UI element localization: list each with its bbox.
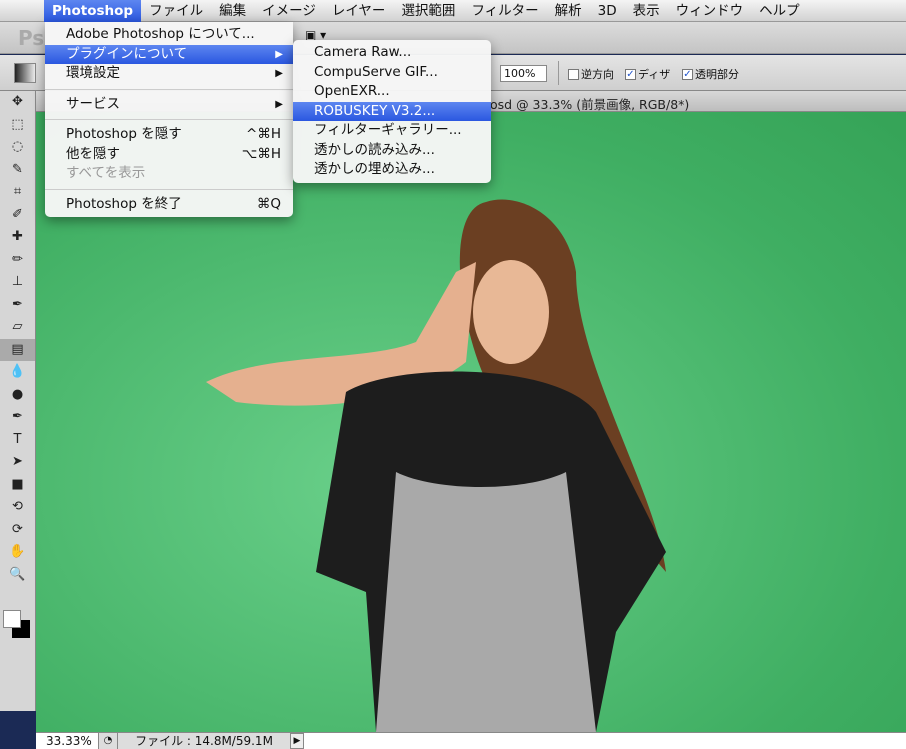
menu-item-label: Adobe Photoshop について... bbox=[66, 26, 255, 42]
menu-item[interactable]: 透かしの読み込み... bbox=[293, 141, 491, 161]
history-brush-tool-icon[interactable]: ✒ bbox=[0, 294, 35, 317]
photoshop-menu: Adobe Photoshop について... プラグインについて ▶ 環境設定 ▶ サー… bbox=[45, 22, 293, 217]
menu-item-label: 透かしの読み込み... bbox=[314, 141, 435, 158]
menu-item[interactable]: フィルターギャラリー... bbox=[293, 121, 491, 141]
checkbox-box[interactable]: ✓ bbox=[625, 68, 636, 80]
status-bar: 33.33% ◔ ファイル : 14.8M/59.1M ▶ bbox=[36, 732, 906, 749]
checkbox-box[interactable] bbox=[568, 68, 579, 80]
shirt bbox=[376, 472, 596, 732]
blur-tool-icon[interactable]: 💧 bbox=[0, 361, 35, 384]
lasso-tool-icon[interactable]: ◌ bbox=[0, 136, 35, 159]
menu-item-label: OpenEXR... bbox=[314, 83, 390, 99]
reverse-checkbox[interactable]: 逆方向 bbox=[568, 66, 614, 82]
gradient-preset-picker[interactable] bbox=[14, 63, 36, 83]
menu-11[interactable]: ヘルプ bbox=[751, 0, 808, 22]
timer-icon[interactable]: ◔ bbox=[98, 733, 118, 749]
menu-0[interactable]: Photoshop bbox=[44, 0, 142, 22]
menu-2[interactable]: 編集 bbox=[211, 0, 254, 22]
photoshop-logo: Ps bbox=[18, 26, 45, 50]
opacity-input[interactable]: 100% bbox=[500, 65, 547, 82]
marquee-tool-icon[interactable]: ⬚ bbox=[0, 114, 35, 137]
checkbox-box[interactable]: ✓ bbox=[682, 68, 693, 80]
zoom-tool-icon[interactable]: 🔍 bbox=[0, 564, 35, 587]
menu-item-label: すべてを表示 bbox=[66, 165, 146, 181]
toolbox: ✥ ⬚ ◌ ✎ ⌗ ✐ ✚ ✏ ⊥ ✒ ▱ ▤ 💧 ● ✒ T ➤ ■ ⟲ ⟳ ✋ 🔍 bbox=[0, 91, 36, 711]
menu-item-label: サービス bbox=[66, 95, 120, 112]
stamp-tool-icon[interactable]: ⊥ bbox=[0, 271, 35, 294]
menu-item[interactable]: 他を隠す ⌥⌘H bbox=[45, 145, 293, 165]
menu-item[interactable]: Adobe Photoshop について... bbox=[45, 25, 293, 45]
dodge-tool-icon[interactable]: ● bbox=[0, 384, 35, 407]
menu-item-label: ROBUSKEY V3.2... bbox=[314, 102, 436, 119]
status-menu-arrow[interactable]: ▶ bbox=[290, 733, 304, 749]
menu-item-label: Photoshop を終了 bbox=[66, 195, 182, 212]
menu-6[interactable]: フィルター bbox=[463, 0, 546, 22]
menu-item[interactable]: プラグインについて ▶ bbox=[45, 44, 293, 64]
menu-1[interactable]: ファイル bbox=[141, 0, 211, 22]
menu-5[interactable]: 選択範囲 bbox=[393, 0, 463, 22]
shortcut: ⌘Q bbox=[256, 195, 281, 212]
dither-checkbox[interactable]: ✓ ディザ bbox=[625, 66, 670, 82]
menu-item[interactable]: Camera Raw... bbox=[293, 43, 491, 63]
menu-item-label: 他を隠す bbox=[66, 145, 120, 162]
menu-item[interactable]: サービス ▶ bbox=[45, 95, 293, 115]
file-size-info: ファイル : 14.8M/59.1M bbox=[118, 733, 290, 749]
menu-item[interactable]: Photoshop を終了 ⌘Q bbox=[45, 195, 293, 215]
menu-item[interactable]: すべてを表示 bbox=[45, 164, 293, 184]
shortcut: ^⌘H bbox=[246, 126, 281, 142]
move-tool-icon[interactable]: ✥ bbox=[0, 91, 35, 114]
submenu-arrow-icon: ▶ bbox=[275, 98, 283, 110]
submenu-arrow-icon: ▶ bbox=[275, 68, 283, 79]
menu-item-label: Camera Raw... bbox=[314, 44, 412, 60]
shape-tool-icon[interactable]: ■ bbox=[0, 474, 35, 497]
healing-tool-icon[interactable]: ✚ bbox=[0, 226, 35, 249]
menu-4[interactable]: レイヤー bbox=[324, 0, 394, 22]
menu-item-label: プラグインについて bbox=[66, 45, 188, 62]
pen-tool-icon[interactable]: ✒ bbox=[0, 406, 35, 429]
menu-8[interactable]: 3D bbox=[590, 0, 625, 22]
plugin-submenu: Camera Raw... CompuServe GIF... OpenEXR...… bbox=[293, 40, 491, 183]
gradient-tool-icon[interactable]: ▤ bbox=[0, 338, 35, 361]
shortcut: ⌥⌘H bbox=[241, 145, 281, 162]
menu-item-label: フィルターギャラリー... bbox=[314, 122, 462, 138]
transparency-checkbox[interactable]: ✓ 透明部分 bbox=[682, 66, 739, 82]
hand-tool-icon[interactable]: ✋ bbox=[0, 541, 35, 564]
menu-item-label: 透かしの埋め込み... bbox=[314, 161, 435, 177]
menu-10[interactable]: ウィンドウ bbox=[668, 0, 752, 22]
submenu-arrow-icon: ▶ bbox=[275, 48, 283, 60]
menu-item-label: Photoshop を隠す bbox=[66, 126, 182, 142]
menu-separator bbox=[45, 188, 293, 190]
menu-item[interactable]: Photoshop を隠す ^⌘H bbox=[45, 125, 293, 145]
color-swatches[interactable] bbox=[0, 606, 35, 656]
zoom-level-field[interactable]: 33.33% bbox=[36, 733, 98, 749]
face bbox=[473, 260, 549, 364]
eyedropper-tool-icon[interactable]: ✐ bbox=[0, 204, 35, 227]
brush-tool-icon[interactable]: ✏ bbox=[0, 249, 35, 272]
menu-bar: Photoshop ファイル 編集 イメージ レイヤー 選択範囲 フィルター 解析 3D 表示 ウィ… bbox=[0, 0, 906, 22]
menu-3[interactable]: イメージ bbox=[254, 0, 324, 22]
crop-tool-icon[interactable]: ⌗ bbox=[0, 181, 35, 204]
menu-9[interactable]: 表示 bbox=[625, 0, 668, 22]
path-select-tool-icon[interactable]: ➤ bbox=[0, 451, 35, 474]
divider bbox=[558, 61, 559, 85]
menu-item[interactable]: ROBUSKEY V3.2... bbox=[293, 101, 491, 121]
menu-7[interactable]: 解析 bbox=[547, 0, 590, 22]
menu-item[interactable]: CompuServe GIF... bbox=[293, 63, 491, 83]
menu-item[interactable]: 環境設定 ▶ bbox=[45, 64, 293, 84]
menu-item[interactable]: 透かしの埋め込み... bbox=[293, 160, 491, 180]
document-title: osd @ 33.3% (前景画像, RGB/8*) bbox=[490, 97, 690, 112]
menu-separator bbox=[45, 88, 293, 90]
menu-item-label: CompuServe GIF... bbox=[314, 63, 438, 80]
type-tool-icon[interactable]: T bbox=[0, 429, 35, 452]
menu-separator bbox=[45, 119, 293, 120]
eraser-tool-icon[interactable]: ▱ bbox=[0, 316, 35, 339]
3d-rotate-tool-icon[interactable]: ⟲ bbox=[0, 496, 35, 519]
menu-item-label: 環境設定 bbox=[66, 65, 120, 81]
quick-select-tool-icon[interactable]: ✎ bbox=[0, 159, 35, 182]
menu-item[interactable]: OpenEXR... bbox=[293, 82, 491, 102]
3d-orbit-tool-icon[interactable]: ⟳ bbox=[0, 519, 35, 542]
